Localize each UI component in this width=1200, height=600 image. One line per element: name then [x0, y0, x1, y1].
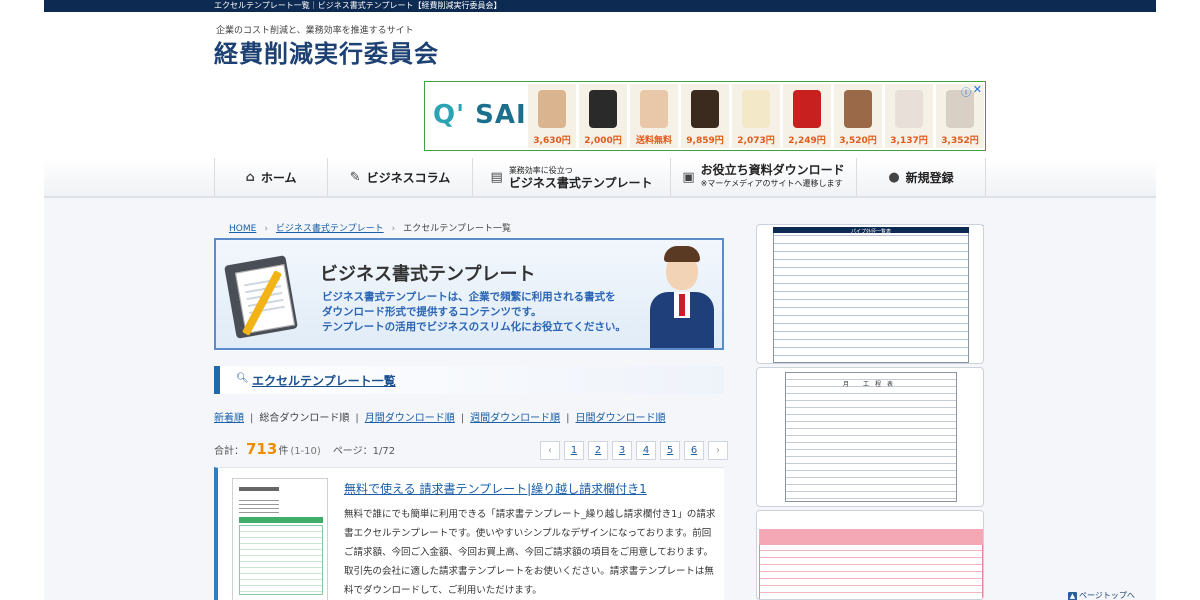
pagination-page-2[interactable]: 2 — [588, 441, 608, 460]
ad-banner[interactable]: Q' SAI 3,630円 2,000円 送料無料 9,859円 2,073円 2,249… — [424, 81, 986, 151]
summary-unit: 件 — [278, 446, 289, 457]
businessman-illustration — [646, 246, 718, 348]
ad-product-item[interactable]: 2,000円 — [579, 84, 627, 148]
nav-label-register: 新規登録 — [905, 170, 954, 185]
ad-product-item[interactable]: 送料無料 — [630, 84, 678, 148]
main-nav: ⌂ ホーム ✎ ビジネスコラム ▤ 業務効率に役立つ ビジネス書式テンプレート ▣… — [214, 158, 986, 196]
briefcase-icon: ▣ — [682, 169, 695, 185]
template-description: 無料で誰にでも簡単に利用できる「請求書テンプレート_繰り越し請求欄付き1」の請求… — [344, 509, 716, 596]
top-bar: エクセルテンプレート一覧｜ビジネス書式テンプレート【経費削減実行委員会】 — [44, 0, 1156, 12]
sidebar-ad-card-material-table[interactable] — [756, 510, 984, 600]
sort-new-link[interactable]: 新着順 — [214, 413, 244, 424]
section-title[interactable]: エクセルテンプレート一覧 — [252, 372, 396, 389]
nav-item-download[interactable]: ▣ お役立ち資料ダウンロード ※マーケメディアのサイトへ遷移します — [670, 158, 856, 196]
ad-product-item[interactable]: 3,137円 — [885, 84, 933, 148]
ad-product-price: 2,249円 — [788, 136, 826, 146]
topbar-breadcrumb-text: エクセルテンプレート一覧｜ビジネス書式テンプレート【経費削減実行委員会】 — [214, 1, 502, 10]
summary-label: 合計： — [214, 446, 244, 457]
ad-product-price: 3,520円 — [839, 136, 877, 146]
hero-description: ビジネス書式テンプレートは、企業で頻繁に利用される書式を ダウンロード形式で提供… — [322, 291, 626, 333]
nav-sub-download: ※マーケメディアのサイトへ遷移します — [700, 179, 843, 188]
nav-item-register[interactable]: ● 新規登録 — [856, 158, 986, 196]
home-icon: ⌂ — [245, 169, 255, 185]
pagination-page-6[interactable]: 6 — [684, 441, 704, 460]
template-list-item: 無料で使える 請求書テンプレート|繰り越し請求欄付き1 無料で誰にでも簡単に利用… — [214, 467, 724, 600]
summary-page: ページ：1/72 — [332, 446, 396, 457]
ad-product-item[interactable]: 3,520円 — [834, 84, 882, 148]
ad-product-price: 送料無料 — [635, 136, 672, 146]
breadcrumb-current: エクセルテンプレート一覧 — [403, 224, 511, 234]
pagination-next-button[interactable]: › — [708, 441, 728, 460]
product-image — [895, 90, 923, 128]
ad-brand-logo[interactable]: Q' SAI — [433, 100, 527, 130]
sort-total-current: 総合ダウンロード順 — [259, 413, 350, 424]
nav-label-home: ホーム — [260, 170, 297, 185]
pagination-page-3[interactable]: 3 — [612, 441, 632, 460]
ad-product-price: 3,352円 — [941, 136, 979, 146]
summary-range: (1-10) — [290, 446, 321, 457]
nav-item-column[interactable]: ✎ ビジネスコラム — [327, 158, 472, 196]
sort-options: 新着順 | 総合ダウンロード順 | 月間ダウンロード順 | 週間ダウンロード順 | 日間ダウンロ… — [214, 413, 666, 424]
summary-total: 713 — [246, 440, 278, 458]
template-title-link[interactable]: 無料で使える 請求書テンプレート|繰り越し請求欄付き1 — [344, 480, 647, 497]
document-icon: ▤ — [490, 169, 503, 185]
breadcrumb: HOME › ビジネス書式テンプレート › エクセルテンプレート一覧 — [229, 221, 511, 234]
ad-close-icon[interactable]: ✕ — [973, 83, 982, 96]
sort-weekly-link[interactable]: 週間ダウンロード順 — [470, 413, 560, 424]
ad-product-price: 3,630円 — [533, 136, 571, 146]
ad-product-price: 2,000円 — [584, 136, 622, 146]
sidebar-ad-card-schedule[interactable]: 月 工程表 — [756, 367, 984, 507]
pagination-page-4[interactable]: 4 — [636, 441, 656, 460]
pagination-page-1[interactable]: 1 — [564, 441, 584, 460]
hero-title: ビジネス書式テンプレート — [320, 264, 536, 285]
nav-label-download: お役立ち資料ダウンロード — [700, 163, 845, 177]
sidebar-ad[interactable]: ⓘ ✕ パイプ外径一覧表 月 工程表 — [754, 220, 986, 600]
site-logo[interactable]: 経費削減実行委員会 — [214, 34, 439, 69]
pagination-prev-button[interactable]: ‹ — [540, 441, 560, 460]
template-thumbnail[interactable] — [232, 478, 328, 600]
nav-label-template: ビジネス書式テンプレート — [508, 176, 653, 190]
arrow-up-icon: ▲ — [1068, 592, 1077, 600]
nav-item-home[interactable]: ⌂ ホーム — [214, 158, 327, 196]
product-image — [793, 90, 821, 128]
ad-product-price: 3,137円 — [890, 136, 928, 146]
ad-product-item[interactable]: 2,073円 — [732, 84, 780, 148]
page-top-link[interactable]: ▲ ページトップへ — [1068, 590, 1135, 600]
ad-product-item[interactable]: 2,249円 — [783, 84, 831, 148]
nav-item-template[interactable]: ▤ 業務効率に役立つ ビジネス書式テンプレート — [472, 158, 670, 196]
sort-daily-link[interactable]: 日間ダウンロード順 — [576, 413, 666, 424]
ad-product-list: 3,630円 2,000円 送料無料 9,859円 2,073円 2,249円 3,520円… — [528, 84, 984, 148]
chevron-right-icon: › — [264, 224, 268, 234]
sidebar-ad-card-title: 月 工程表 — [843, 381, 899, 388]
pencil-icon: ✎ — [349, 169, 361, 185]
user-icon: ● — [888, 169, 900, 185]
ad-product-item[interactable]: 3,630円 — [528, 84, 576, 148]
ad-product-price: 9,859円 — [686, 136, 724, 146]
hero-banner: ビジネス書式テンプレート ビジネス書式テンプレートは、企業で頻繁に利用される書式… — [214, 238, 724, 350]
sidebar-ad-card-title: パイプ外径一覧表 — [850, 229, 891, 235]
ad-product-price: 2,073円 — [737, 136, 775, 146]
chevron-right-icon: › — [391, 224, 396, 234]
product-image — [538, 90, 566, 128]
product-image — [640, 90, 668, 128]
ad-info-icon[interactable]: ⓘ — [961, 84, 971, 99]
product-image — [844, 90, 872, 128]
pagination-page-5[interactable]: 5 — [660, 441, 680, 460]
breadcrumb-parent-link[interactable]: ビジネス書式テンプレート — [276, 224, 384, 234]
sort-monthly-link[interactable]: 月間ダウンロード順 — [365, 413, 455, 424]
pagination: ‹ 1 2 3 4 5 6 › — [540, 441, 728, 460]
nav-label-column: ビジネスコラム — [366, 170, 451, 185]
search-icon: 🔍︎ — [236, 373, 249, 384]
product-image — [589, 90, 617, 128]
result-summary: 合計： 713 件 (1-10) ページ：1/72 — [214, 440, 395, 458]
product-image — [691, 90, 719, 128]
breadcrumb-home-link[interactable]: HOME — [229, 224, 256, 234]
section-header: 🔍︎ エクセルテンプレート一覧 — [214, 366, 724, 394]
product-image — [742, 90, 770, 128]
ad-product-item[interactable]: 9,859円 — [681, 84, 729, 148]
sidebar-ad-card-pipe-table[interactable]: パイプ外径一覧表 — [756, 224, 984, 364]
